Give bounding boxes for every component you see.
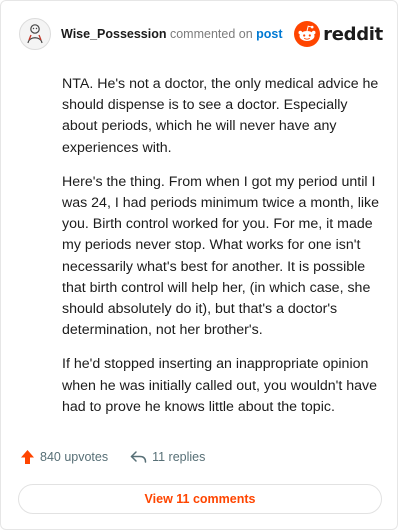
view-comments-button[interactable]: View 11 comments	[18, 484, 382, 514]
replies-count: 11 replies	[152, 450, 206, 464]
reply-arrow-icon	[130, 451, 147, 463]
replies-stat[interactable]: 11 replies	[130, 450, 205, 464]
upvote-arrow-icon	[21, 450, 34, 464]
reddit-wordmark: reddit	[323, 23, 383, 45]
comment-paragraph: NTA. He's not a doctor, the only medical…	[62, 76, 379, 156]
comment-card: Wise_Possession commented on post reddit…	[0, 0, 398, 530]
comment-header: Wise_Possession commented on post reddit	[19, 17, 383, 51]
upvotes-count: 840 upvotes	[40, 450, 109, 464]
user-avatar-icon[interactable]	[19, 18, 51, 50]
post-link[interactable]: post	[256, 27, 282, 41]
comment-stats: 840 upvotes 11 replies	[20, 449, 205, 465]
comment-meta: Wise_Possession commented on post	[61, 27, 294, 41]
commented-on-label: commented on	[169, 27, 253, 41]
username[interactable]: Wise_Possession	[61, 27, 167, 41]
comment-paragraph: Here's the thing. From when I got my per…	[62, 173, 379, 339]
comment-body: NTA. He's not a doctor, the only medical…	[62, 74, 384, 431]
comment-paragraph: If he'd stopped inserting an inappropria…	[62, 356, 378, 415]
reddit-snoo-icon	[294, 21, 321, 47]
reddit-logo[interactable]: reddit	[294, 21, 383, 47]
upvotes-stat[interactable]: 840 upvotes	[20, 449, 108, 465]
